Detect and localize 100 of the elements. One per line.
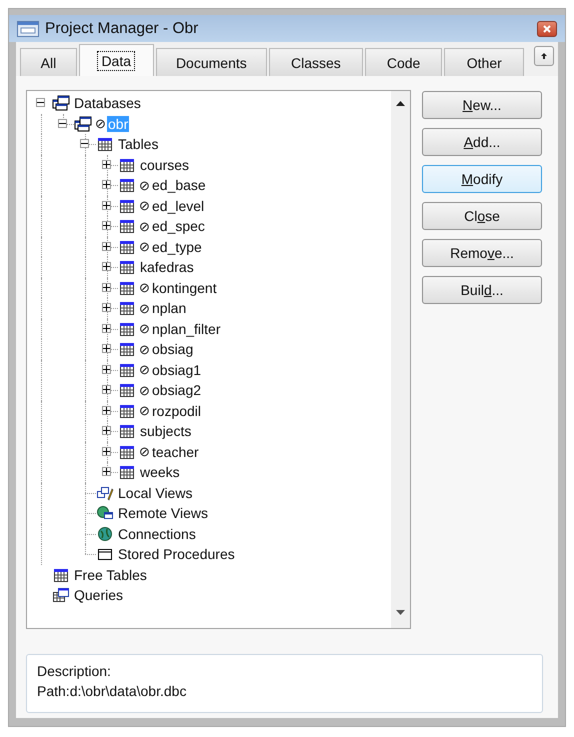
tree-item[interactable]: kontingent: [151, 280, 218, 296]
tree-item[interactable]: nplan: [151, 300, 188, 316]
tree-item[interactable]: Databases: [73, 95, 142, 112]
window-icon: [96, 546, 114, 562]
tab[interactable]: Classes: [269, 48, 363, 76]
plus-icon: [103, 222, 110, 229]
tab[interactable]: All: [20, 48, 77, 76]
expand-toggle[interactable]: [102, 303, 111, 312]
tree-item[interactable]: rozpodil: [151, 402, 202, 419]
collapse-toggle[interactable]: [36, 98, 45, 107]
table-icon: [118, 464, 136, 480]
tab[interactable]: Other: [444, 48, 524, 76]
expand-toggle[interactable]: [102, 344, 111, 353]
tree-item[interactable]: Tables: [117, 136, 160, 152]
excluded-marker: ⊘: [139, 342, 150, 357]
plus-icon: [103, 160, 110, 168]
tree-item[interactable]: obsiag1: [151, 362, 202, 378]
up-arrow-icon: [540, 52, 548, 60]
expand-toggle[interactable]: [102, 324, 111, 332]
tree-item[interactable]: subjects: [139, 423, 192, 440]
excluded-marker: ⊘: [139, 362, 150, 378]
expand-toggle[interactable]: [102, 446, 111, 456]
collapse-toggle[interactable]: [80, 139, 89, 148]
expand-toggle[interactable]: [102, 385, 111, 394]
table-icon: [52, 566, 70, 583]
expand-toggle[interactable]: [102, 282, 111, 292]
tree-item[interactable]: Stored Procedures: [117, 546, 236, 562]
collapse-toggle[interactable]: [58, 118, 67, 128]
tree-item[interactable]: ed_base: [151, 177, 207, 194]
action-button[interactable]: New...: [422, 91, 542, 119]
expand-toggle[interactable]: [102, 221, 111, 230]
window-app-icon: [17, 20, 39, 36]
table-icon: [118, 156, 136, 173]
excluded-marker: ⊘: [139, 218, 150, 234]
tab[interactable]: Documents: [156, 48, 268, 76]
table-icon: [118, 300, 136, 316]
action-button[interactable]: Remove...: [422, 239, 542, 267]
tree-item[interactable]: Local Views: [117, 484, 194, 501]
tree-item[interactable]: Queries: [73, 587, 124, 604]
tree-item[interactable]: Connections: [117, 526, 197, 542]
action-button[interactable]: Build...: [422, 276, 542, 304]
expand-toggle[interactable]: [102, 200, 111, 210]
plus-icon: [103, 202, 110, 208]
excluded-marker: ⊘: [95, 116, 106, 132]
excluded-marker: ⊘: [139, 444, 150, 460]
expand-toggle[interactable]: [102, 160, 111, 168]
excluded-marker: ⊘: [139, 403, 150, 418]
table-icon: [118, 423, 136, 440]
tab[interactable]: Data: [78, 44, 154, 76]
close-button[interactable]: [537, 20, 557, 36]
plus-icon: [103, 468, 110, 475]
tree-item[interactable]: ed_type: [151, 238, 203, 255]
collapse-button[interactable]: [534, 46, 554, 66]
action-button[interactable]: Add...: [422, 128, 542, 156]
table-icon: [118, 198, 136, 214]
expand-toggle[interactable]: [102, 180, 111, 189]
scroll-up-icon[interactable]: [396, 101, 405, 107]
plus-icon: [103, 242, 110, 250]
expand-toggle[interactable]: [102, 406, 111, 414]
expand-toggle[interactable]: [102, 262, 111, 271]
tree-item[interactable]: teacher: [151, 444, 200, 460]
expand-toggle[interactable]: [102, 467, 111, 476]
tree-item[interactable]: obsiag: [151, 341, 194, 358]
tree-item[interactable]: nplan_filter: [151, 320, 222, 337]
tree-item[interactable]: Remote Views: [117, 505, 210, 522]
plus-icon: [103, 263, 110, 270]
tree-item[interactable]: ed_spec: [151, 218, 206, 234]
minus-icon: [81, 140, 88, 147]
plus-icon: [103, 304, 110, 311]
database-icon: [52, 95, 70, 112]
expand-toggle[interactable]: [102, 364, 111, 374]
excluded-marker: ⊘: [139, 280, 150, 296]
query-grid-icon: [52, 587, 70, 604]
tab[interactable]: Code: [364, 48, 442, 76]
tree-item[interactable]: ed_level: [151, 198, 206, 214]
excluded-marker: ⊘: [139, 300, 150, 316]
expand-toggle[interactable]: [102, 242, 111, 250]
action-button[interactable]: Close: [422, 202, 542, 230]
file-path: Path:d:\obr\data\obr.dbc: [37, 682, 188, 701]
plus-icon: [103, 181, 110, 188]
tree-item[interactable]: kafedras: [139, 259, 195, 276]
scroll-down-icon[interactable]: [396, 610, 405, 616]
table-icon: [118, 259, 136, 276]
tree-item[interactable]: obsiag2: [151, 382, 202, 398]
excluded-marker: ⊘: [139, 198, 150, 214]
plus-icon: [103, 406, 110, 414]
tree-item[interactable]: weeks: [139, 464, 181, 480]
excluded-marker: ⊘: [139, 239, 150, 254]
tree-item[interactable]: courses: [139, 156, 190, 173]
tree-item[interactable]: Free Tables: [73, 566, 148, 583]
plus-icon: [103, 448, 110, 454]
excluded-marker: ⊘: [139, 321, 150, 336]
table-icon: [96, 136, 114, 152]
plus-icon: [103, 324, 110, 332]
action-button[interactable]: Modify: [422, 165, 542, 193]
globe-icon: [96, 526, 114, 542]
table-icon: [118, 177, 136, 194]
plus-icon: [103, 284, 110, 290]
close-icon: [542, 24, 552, 34]
expand-toggle[interactable]: [102, 426, 111, 435]
